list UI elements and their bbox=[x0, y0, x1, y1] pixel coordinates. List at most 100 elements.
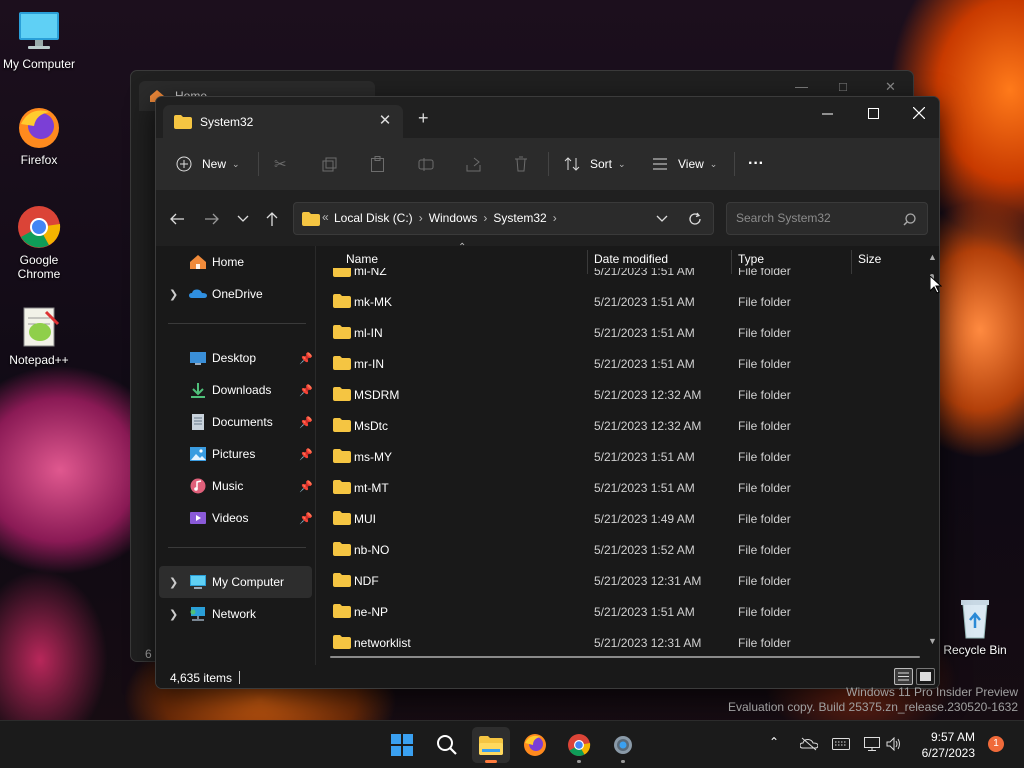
taskbar-file-explorer[interactable] bbox=[472, 727, 510, 763]
pin-icon[interactable]: 📌 bbox=[299, 512, 313, 525]
sidebar-item-network[interactable]: ❯ Network bbox=[159, 598, 312, 630]
close-icon[interactable]: ✕ bbox=[885, 79, 896, 95]
cut-button[interactable]: ✂ bbox=[274, 152, 287, 176]
table-row[interactable]: MUI 5/21/2023 1:49 AM File folder bbox=[316, 503, 926, 534]
pin-icon[interactable]: 📌 bbox=[299, 416, 313, 429]
start-button[interactable] bbox=[383, 727, 421, 763]
table-row[interactable]: mr-IN 5/21/2023 1:51 AM File folder bbox=[316, 348, 926, 379]
chevron-right-icon[interactable]: ❯ bbox=[169, 608, 178, 621]
taskbar-chrome[interactable] bbox=[560, 727, 598, 763]
table-row[interactable]: ms-MY 5/21/2023 1:51 AM File folder bbox=[316, 441, 926, 472]
table-row[interactable]: ne-NP 5/21/2023 1:51 AM File folder bbox=[316, 596, 926, 627]
sidebar-item-home[interactable]: Home bbox=[159, 246, 312, 278]
delete-button[interactable] bbox=[514, 152, 528, 176]
file-explorer-window[interactable]: System32 ✕ + New ⌄ ✂ Sort ⌄ View ⌄ ··· «… bbox=[155, 96, 940, 689]
file-name: MsDtc bbox=[354, 419, 388, 433]
horizontal-scrollbar[interactable] bbox=[330, 656, 920, 658]
table-row[interactable]: mk-MK 5/21/2023 1:51 AM File folder bbox=[316, 286, 926, 317]
onedrive-offline-icon[interactable] bbox=[800, 737, 818, 751]
sidebar-item-music[interactable]: Music 📌 bbox=[159, 470, 313, 502]
table-row[interactable]: nb-NO 5/21/2023 1:52 AM File folder bbox=[316, 534, 926, 565]
maximize-icon[interactable]: □ bbox=[839, 79, 847, 94]
pin-icon[interactable]: 📌 bbox=[299, 480, 313, 493]
chevron-right-icon[interactable]: › bbox=[419, 211, 423, 225]
tiles-view-icon bbox=[920, 672, 931, 681]
sidebar-item-documents[interactable]: Documents 📌 bbox=[159, 406, 313, 438]
refresh-icon[interactable] bbox=[688, 212, 702, 226]
rename-button[interactable] bbox=[418, 152, 434, 176]
keyboard-icon[interactable] bbox=[832, 738, 850, 750]
table-row[interactable]: ml-IN 5/21/2023 1:51 AM File folder bbox=[316, 317, 926, 348]
sidebar-item-videos[interactable]: Videos 📌 bbox=[159, 502, 313, 534]
tab-system32[interactable]: System32 ✕ bbox=[163, 105, 403, 138]
breadcrumb-windows[interactable]: Windows bbox=[429, 211, 478, 225]
new-button[interactable]: New ⌄ bbox=[176, 152, 240, 176]
view-button[interactable]: View ⌄ bbox=[652, 152, 717, 176]
tab-close-icon[interactable]: ✕ bbox=[375, 111, 395, 131]
taskbar-search-button[interactable] bbox=[428, 727, 466, 763]
network-icon[interactable] bbox=[864, 737, 880, 751]
system-clock[interactable]: 9:57 AM 6/27/2023 bbox=[915, 729, 975, 761]
close-button[interactable] bbox=[896, 97, 939, 129]
pin-icon[interactable]: 📌 bbox=[299, 448, 313, 461]
breadcrumb-local-disk[interactable]: Local Disk (C:) bbox=[334, 211, 413, 225]
table-row[interactable]: MSDRM 5/21/2023 12:32 AM File folder bbox=[316, 379, 926, 410]
minimize-icon[interactable]: — bbox=[795, 79, 808, 94]
copy-button[interactable] bbox=[322, 152, 337, 176]
table-row[interactable]: networklist 5/21/2023 12:31 AM File folder bbox=[316, 627, 926, 650]
forward-button[interactable] bbox=[201, 208, 223, 230]
up-button[interactable] bbox=[261, 208, 283, 230]
scroll-up-arrow[interactable]: ▲ bbox=[928, 252, 937, 262]
taskbar-settings[interactable] bbox=[604, 727, 642, 763]
toolbar-divider bbox=[734, 152, 735, 176]
search-box[interactable] bbox=[726, 202, 928, 235]
desktop-icon-notepadpp[interactable]: Notepad++ bbox=[0, 304, 78, 367]
table-row[interactable]: mt-MT 5/21/2023 1:51 AM File folder bbox=[316, 472, 926, 503]
show-hidden-icons-button[interactable]: ⌃ bbox=[769, 735, 779, 749]
chevron-right-icon[interactable]: ❯ bbox=[169, 576, 178, 589]
sidebar-item-desktop[interactable]: Desktop 📌 bbox=[159, 342, 313, 374]
sidebar-divider bbox=[168, 323, 306, 324]
arrow-up-icon bbox=[266, 212, 278, 226]
paste-button[interactable] bbox=[370, 152, 385, 176]
search-input[interactable] bbox=[736, 211, 896, 225]
volume-icon[interactable] bbox=[886, 737, 902, 751]
desktop-icon-firefox[interactable]: Firefox bbox=[0, 104, 78, 167]
sidebar-item-downloads[interactable]: Downloads 📌 bbox=[159, 374, 313, 406]
maximize-button[interactable] bbox=[850, 97, 896, 129]
desktop-icon-recycle-bin[interactable]: Recycle Bin bbox=[936, 594, 1014, 657]
desktop-icon-chrome[interactable]: Google Chrome bbox=[0, 204, 78, 281]
back-button[interactable] bbox=[166, 208, 188, 230]
taskbar-firefox[interactable] bbox=[516, 727, 554, 763]
sidebar-item-onedrive[interactable]: ❯ OneDrive bbox=[159, 278, 312, 310]
tiles-view-button[interactable] bbox=[916, 668, 935, 685]
notification-badge[interactable]: 1 bbox=[988, 736, 1004, 752]
pin-icon[interactable]: 📌 bbox=[299, 352, 313, 365]
breadcrumb-system32[interactable]: System32 bbox=[493, 211, 546, 225]
folder-icon bbox=[333, 387, 351, 401]
minimize-button[interactable] bbox=[804, 97, 850, 129]
chevron-down-icon[interactable] bbox=[656, 215, 668, 223]
sidebar-item-my-computer[interactable]: ❯ My Computer bbox=[159, 566, 312, 598]
more-options-button[interactable]: ··· bbox=[748, 152, 764, 176]
sidebar-item-pictures[interactable]: Pictures 📌 bbox=[159, 438, 313, 470]
share-button[interactable] bbox=[466, 152, 482, 176]
new-tab-button[interactable]: + bbox=[418, 108, 429, 129]
chevron-right-icon[interactable]: › bbox=[553, 211, 557, 225]
sort-ascending-icon: ⌃ bbox=[458, 242, 467, 253]
breadcrumb-overflow[interactable]: « bbox=[322, 210, 329, 224]
chevron-right-icon[interactable]: ❯ bbox=[169, 288, 178, 301]
minimize-icon bbox=[821, 113, 833, 114]
details-view-button[interactable] bbox=[894, 668, 913, 685]
desktop-icon-my-computer[interactable]: My Computer bbox=[0, 8, 78, 71]
pin-icon[interactable]: 📌 bbox=[299, 384, 313, 397]
table-row[interactable]: NDF 5/21/2023 12:31 AM File folder bbox=[316, 565, 926, 596]
table-row[interactable]: MsDtc 5/21/2023 12:32 AM File folder bbox=[316, 410, 926, 441]
chevron-right-icon[interactable]: › bbox=[483, 211, 487, 225]
sort-button[interactable]: Sort ⌄ bbox=[564, 152, 626, 176]
firefox-icon bbox=[524, 734, 546, 756]
table-row[interactable]: mi-NZ 5/21/2023 1:51 AM File folder bbox=[316, 268, 926, 286]
recent-locations-button[interactable] bbox=[232, 208, 254, 230]
scroll-down-arrow[interactable]: ▼ bbox=[928, 636, 937, 646]
address-bar[interactable]: « Local Disk (C:) › Windows › System32 › bbox=[293, 202, 714, 235]
